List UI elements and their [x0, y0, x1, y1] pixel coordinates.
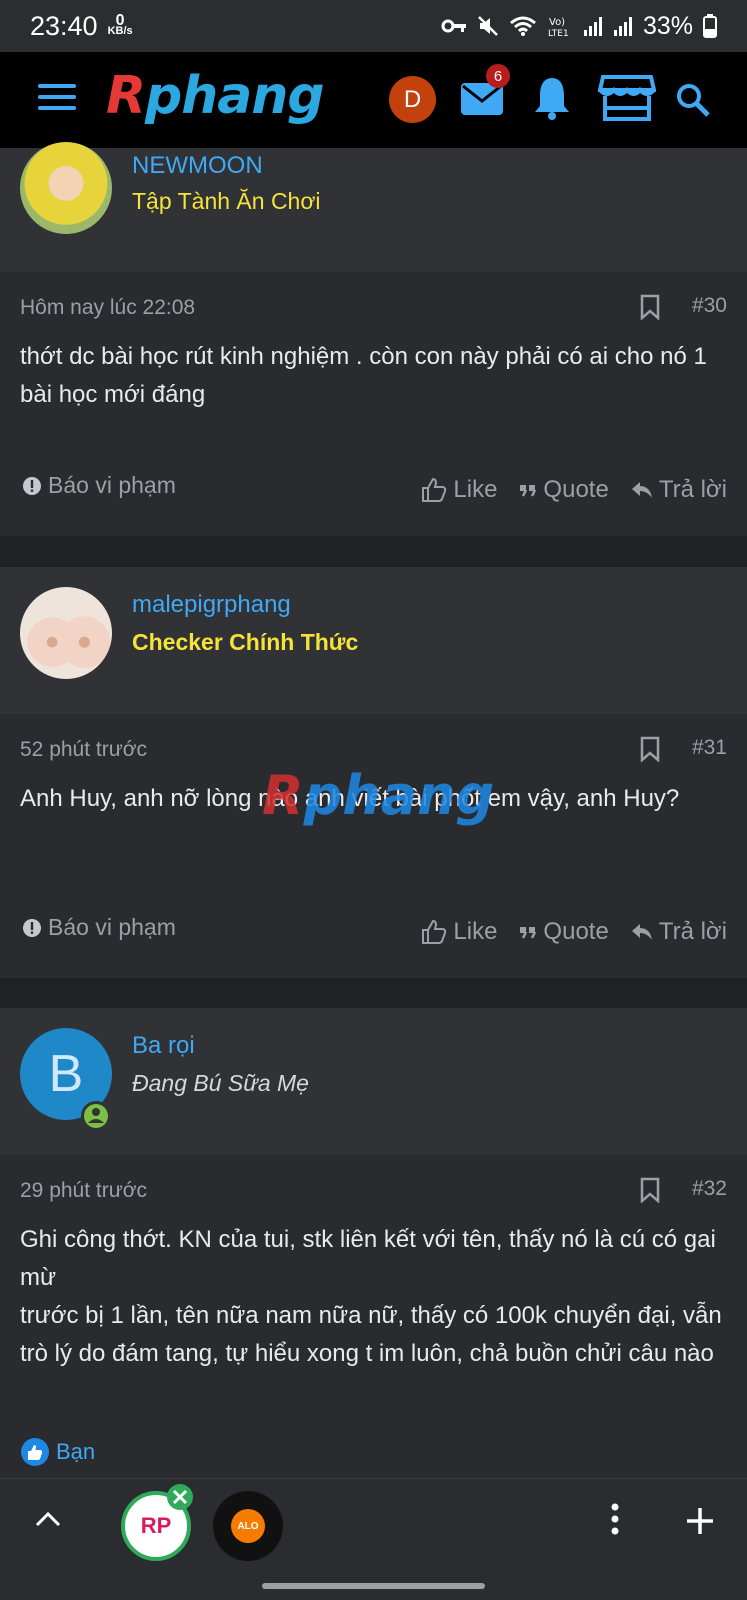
post-time[interactable]: Hôm nay lúc 22:08	[20, 296, 195, 320]
quote-icon	[520, 485, 537, 497]
author-name[interactable]: Ba rọi	[132, 1032, 195, 1060]
reply-button[interactable]: Trả lời	[631, 918, 727, 946]
author-title: Đang Bú Sữa Mẹ	[132, 1070, 309, 1096]
bookmark-icon[interactable]	[640, 1177, 660, 1203]
reply-icon	[631, 924, 652, 940]
quote-button[interactable]: Quote	[519, 476, 609, 504]
author-name[interactable]: malepigrphang	[132, 591, 291, 619]
post-message: thớt dc bài học rút kinh nghiệm . còn co…	[20, 343, 707, 408]
post-31: 52 phút trước #31 Anh Huy, anh nỡ lòng n…	[0, 714, 747, 978]
signal-1-icon	[583, 17, 602, 36]
quote-button[interactable]: Quote	[519, 918, 609, 946]
quote-icon	[520, 927, 537, 939]
reply-button[interactable]: Trả lời	[631, 476, 727, 504]
user-avatar[interactable]: D	[389, 76, 436, 123]
site-watermark: Rphang	[262, 764, 495, 827]
chevron-up-icon[interactable]	[34, 1509, 62, 1529]
more-options-icon[interactable]	[608, 1501, 622, 1541]
post-message-line-1: Ghi công thớt. KN của tui, stk liên kết …	[20, 1226, 716, 1291]
like-reaction-icon	[21, 1438, 49, 1466]
svg-text:LTE1: LTE1	[548, 29, 569, 37]
vpn-key-icon	[441, 19, 466, 33]
alo-app-bubble[interactable]: ALO	[213, 1491, 283, 1561]
bookmark-icon[interactable]	[640, 736, 660, 762]
alert-icon	[23, 476, 41, 495]
post-actions: Like Quote Trả lời	[421, 918, 727, 946]
report-link[interactable]: Báo vi phạm	[22, 472, 176, 499]
post-author-block: NEWMOON Tập Tành Ăn Chơi	[0, 142, 747, 272]
post-number[interactable]: #31	[692, 736, 727, 760]
app-header: Rphang D 6	[0, 52, 747, 148]
post-30: Hôm nay lúc 22:08 #30 thớt dc bài học rú…	[0, 272, 747, 536]
post-actions: Like Quote Trả lời	[421, 476, 727, 504]
reaction-summary[interactable]: Bạn	[20, 1437, 95, 1467]
signal-2-icon	[613, 17, 632, 36]
hamburger-menu-icon[interactable]	[38, 84, 76, 116]
reply-icon	[631, 482, 652, 498]
post-author-block: malepigrphang Checker Chính Thức	[0, 567, 747, 714]
report-link[interactable]: Báo vi phạm	[22, 914, 176, 941]
network-speed: 0 KB/s	[107, 12, 133, 37]
author-title: Tập Tành Ăn Chơi	[132, 188, 321, 214]
like-button[interactable]: Like	[421, 918, 497, 946]
author-avatar[interactable]	[20, 142, 112, 234]
post-time[interactable]: 29 phút trước	[20, 1179, 147, 1203]
status-bar: 23:40 0 KB/s Vo) LTE1 33%	[0, 0, 747, 52]
battery-icon	[703, 14, 717, 38]
bottom-app-bar: RP ALO	[0, 1478, 747, 1600]
mute-icon	[478, 16, 498, 36]
post-message-line-2: trước bị 1 lần, tên nữa nam nữa nữ, thấy…	[20, 1302, 722, 1367]
clock: 23:40	[30, 10, 98, 41]
volte-icon: Vo)LTE1	[548, 17, 569, 37]
close-icon[interactable]	[166, 1483, 194, 1511]
author-name[interactable]: NEWMOON	[132, 152, 263, 180]
post-number[interactable]: #32	[692, 1177, 727, 1201]
bookmark-icon[interactable]	[640, 294, 660, 320]
wifi-icon	[509, 16, 536, 36]
plus-icon[interactable]	[684, 1505, 716, 1537]
svg-text:Vo): Vo)	[549, 17, 565, 28]
post-number[interactable]: #30	[692, 294, 727, 318]
store-icon[interactable]	[598, 74, 656, 122]
thumbs-up-icon	[422, 477, 447, 502]
post-author-block: B Ba rọi Đang Bú Sữa Mẹ	[0, 1008, 747, 1155]
thumbs-up-icon	[422, 919, 447, 944]
bell-icon[interactable]	[533, 76, 571, 120]
gesture-home-bar[interactable]	[262, 1583, 485, 1589]
alert-icon	[23, 918, 41, 937]
messages-badge: 6	[486, 64, 510, 88]
author-title: Checker Chính Thức	[132, 629, 359, 655]
site-logo[interactable]: Rphang	[106, 66, 325, 126]
post-32: 29 phút trước #32 Ghi công thớt. KN của …	[0, 1155, 747, 1478]
online-status-icon	[81, 1101, 111, 1131]
battery-percent: 33%	[642, 11, 693, 40]
author-avatar[interactable]	[20, 587, 112, 679]
post-time[interactable]: 52 phút trước	[20, 738, 147, 762]
search-icon[interactable]	[675, 82, 711, 118]
like-button[interactable]: Like	[421, 476, 497, 504]
